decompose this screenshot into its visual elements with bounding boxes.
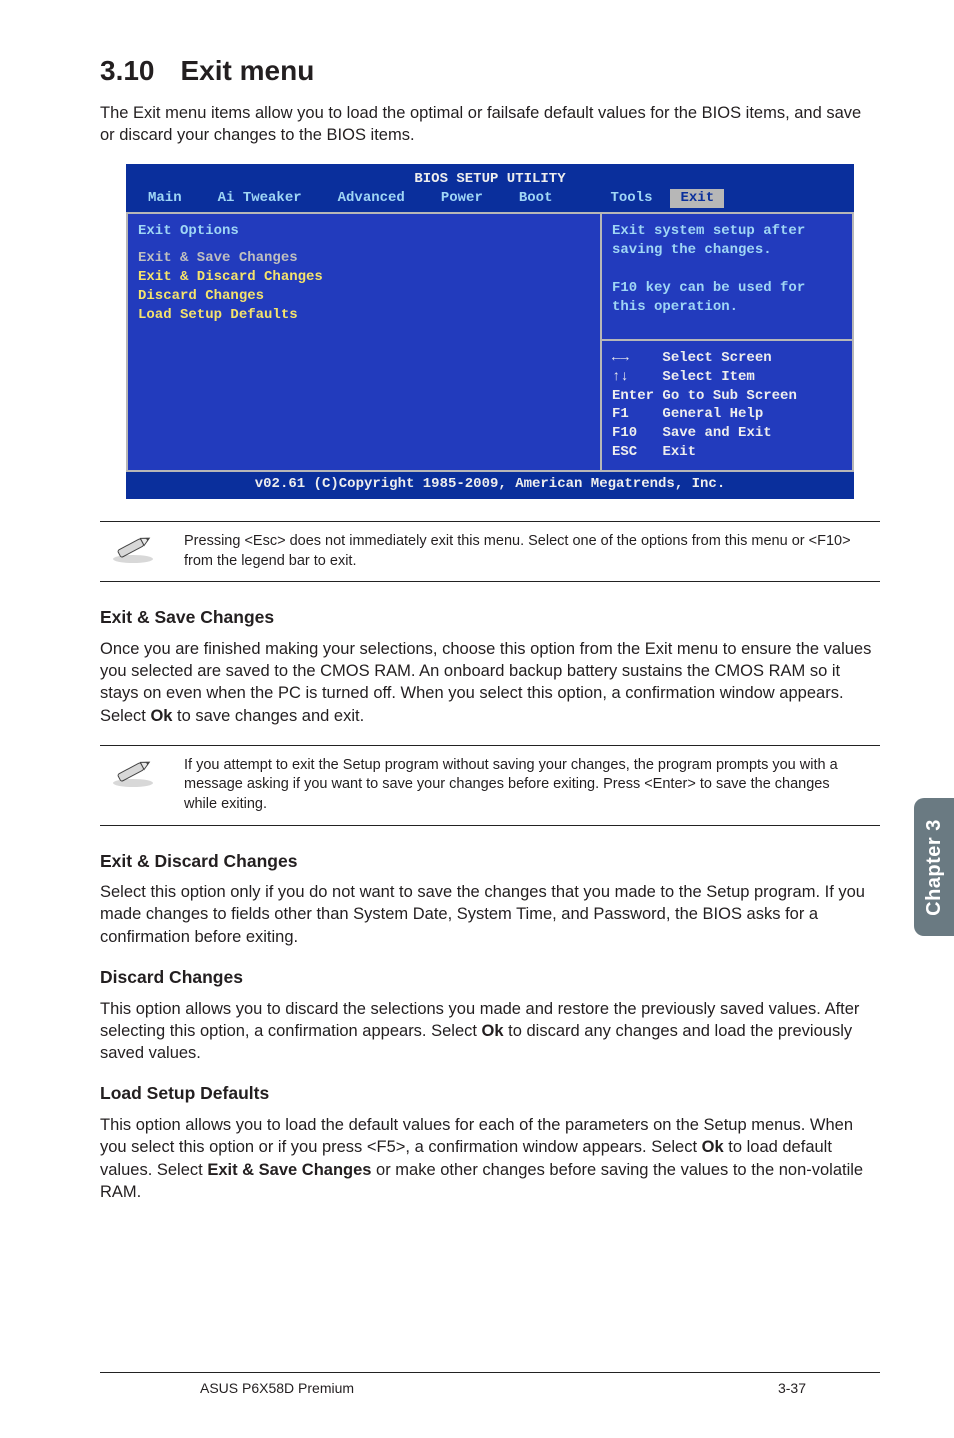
sub-load-defaults-heading: Load Setup Defaults xyxy=(100,1082,880,1106)
page-footer: ASUS P6X58D Premium 3-37 xyxy=(100,1372,880,1398)
section-title-text: Exit menu xyxy=(181,55,315,86)
bios-tab-exit: Exit xyxy=(670,189,724,208)
bios-help-text: Exit system setup after saving the chang… xyxy=(602,214,852,341)
intro-paragraph: The Exit menu items allow you to load th… xyxy=(100,102,880,147)
bios-tab-boot: Boot xyxy=(501,189,571,208)
sub-discard-heading: Discard Changes xyxy=(100,966,880,990)
sub-exit-discard-heading: Exit & Discard Changes xyxy=(100,850,880,874)
footer-product: ASUS P6X58D Premium xyxy=(200,1379,354,1398)
pencil-icon xyxy=(110,532,162,571)
bios-footer: v02.61 (C)Copyright 1985-2009, American … xyxy=(126,472,854,499)
bios-tab-advanced: Advanced xyxy=(320,189,423,208)
bios-item-load-defaults: Load Setup Defaults xyxy=(138,306,590,325)
chapter-tab-label: Chapter 3 xyxy=(921,819,948,916)
bios-left-pane: Exit Options Exit & Save Changes Exit & … xyxy=(126,212,602,472)
bios-nav-help: ←→ Select Screen ↑↓ Select Item Enter Go… xyxy=(602,341,852,470)
bios-item-discard: Discard Changes xyxy=(138,287,590,306)
note-save-prompt: If you attempt to exit the Setup program… xyxy=(100,745,880,826)
nav-select-screen: ←→ Select Screen xyxy=(612,349,842,368)
sub-exit-save-heading: Exit & Save Changes xyxy=(100,606,880,630)
bios-tab-tools: Tools xyxy=(592,189,670,208)
bios-tab-aitweaker: Ai Tweaker xyxy=(200,189,320,208)
bios-menu: Main Ai Tweaker Advanced Power Boot Tool… xyxy=(126,189,854,212)
sub-load-defaults-text: This option allows you to load the defau… xyxy=(100,1114,880,1203)
nav-exit: ESC Exit xyxy=(612,443,842,462)
bios-title: BIOS SETUP UTILITY xyxy=(126,166,854,189)
note-esc: Pressing <Esc> does not immediately exit… xyxy=(100,521,880,582)
pencil-icon xyxy=(110,756,162,795)
bios-tab-power: Power xyxy=(423,189,501,208)
bios-right-pane: Exit system setup after saving the chang… xyxy=(602,212,854,472)
chapter-tab: Chapter 3 xyxy=(914,798,954,936)
note-save-prompt-text: If you attempt to exit the Setup program… xyxy=(184,756,854,815)
sub-exit-save-text: Once you are finished making your select… xyxy=(100,638,880,727)
note-esc-text: Pressing <Esc> does not immediately exit… xyxy=(184,532,854,571)
nav-select-item: ↑↓ Select Item xyxy=(612,368,842,387)
bios-screenshot: BIOS SETUP UTILITY Main Ai Tweaker Advan… xyxy=(126,164,854,499)
nav-general-help: F1 General Help xyxy=(612,405,842,424)
section-heading: 3.10 Exit menu xyxy=(100,52,880,90)
sub-exit-discard-text: Select this option only if you do not wa… xyxy=(100,881,880,948)
sub-discard-text: This option allows you to discard the se… xyxy=(100,998,880,1065)
bios-item-exit-save: Exit & Save Changes xyxy=(138,249,590,268)
bios-item-exit-discard: Exit & Discard Changes xyxy=(138,268,590,287)
footer-page-number: 3-37 xyxy=(778,1379,806,1398)
nav-sub-screen: Enter Go to Sub Screen xyxy=(612,387,842,406)
bios-exit-options-heading: Exit Options xyxy=(138,222,590,241)
bios-tab-main: Main xyxy=(130,189,200,208)
nav-save-exit: F10 Save and Exit xyxy=(612,424,842,443)
section-number: 3.10 xyxy=(100,52,155,90)
